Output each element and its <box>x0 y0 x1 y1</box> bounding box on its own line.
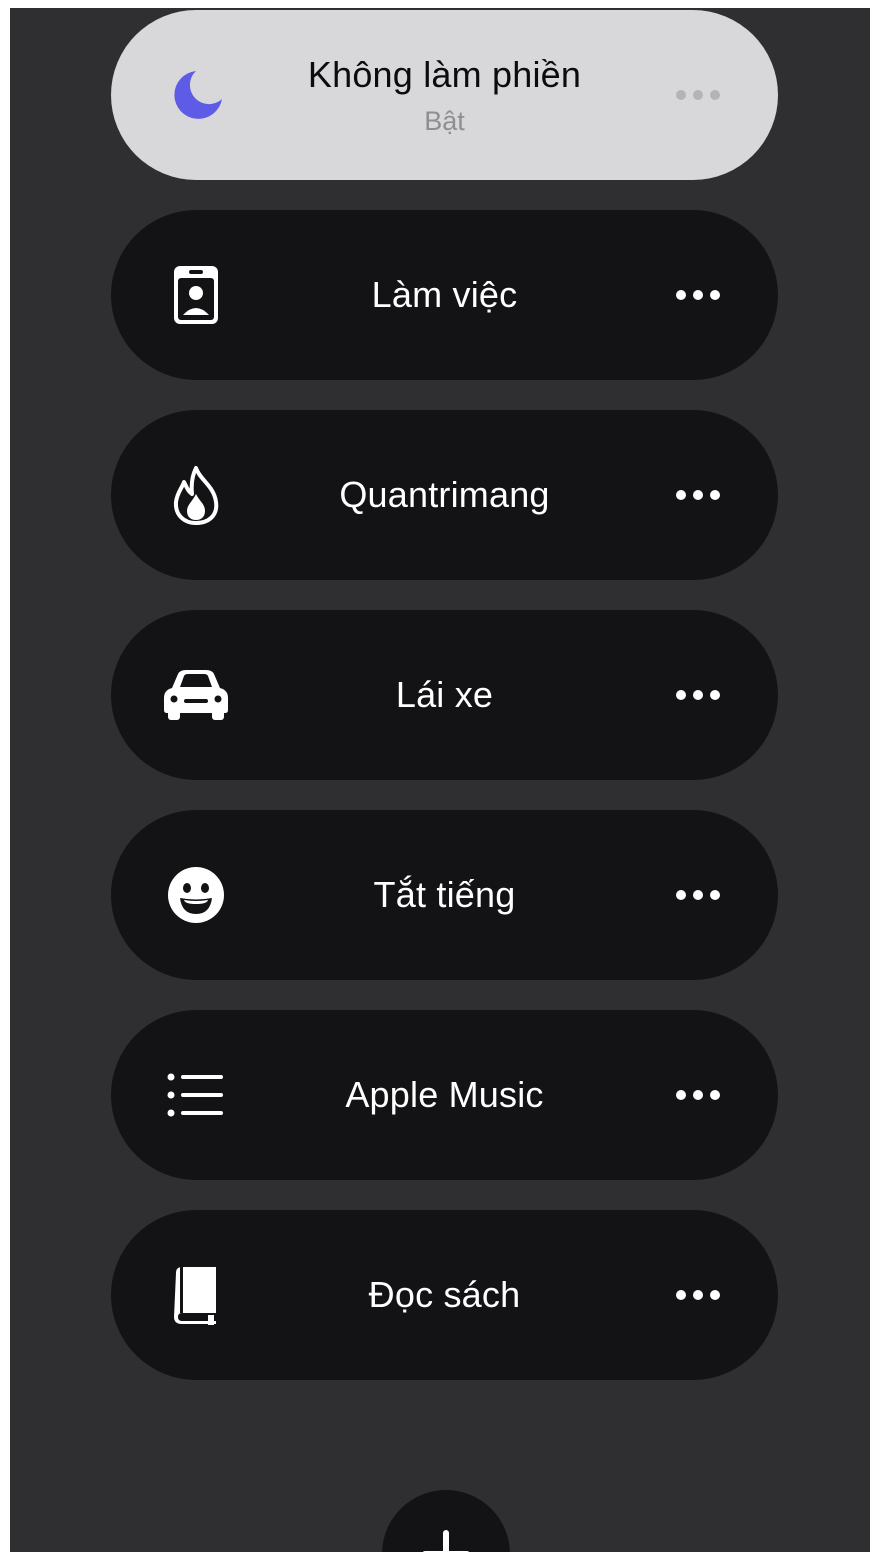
focus-mode-work[interactable]: Làm việc <box>111 210 778 380</box>
focus-mode-mute[interactable]: Tắt tiếng <box>111 810 778 980</box>
more-options-button[interactable] <box>658 670 738 720</box>
focus-mode-label: Lái xe <box>395 674 494 715</box>
ellipsis-icon <box>676 1090 686 1100</box>
focus-mode-label: Làm việc <box>371 274 518 315</box>
more-options-button[interactable] <box>658 270 738 320</box>
focus-mode-label: Apple Music <box>345 1074 544 1115</box>
flame-icon <box>161 460 231 530</box>
focus-mode-label: Quantrimang <box>339 474 550 515</box>
ellipsis-icon <box>676 90 686 100</box>
more-options-button[interactable] <box>658 1270 738 1320</box>
id-badge-icon <box>161 260 231 330</box>
ellipsis-icon <box>676 1290 686 1300</box>
focus-mode-label: Tắt tiếng <box>373 874 516 915</box>
focus-mode-reading[interactable]: Đọc sách <box>111 1210 778 1380</box>
list-icon <box>161 1060 231 1130</box>
car-icon <box>161 660 231 730</box>
more-options-button[interactable] <box>658 1070 738 1120</box>
ellipsis-icon <box>676 690 686 700</box>
more-options-button[interactable] <box>658 870 738 920</box>
focus-mode-do-not-disturb[interactable]: Không làm phiền Bật <box>111 10 778 180</box>
focus-mode-label: Không làm phiền <box>307 53 582 95</box>
focus-mode-label: Đọc sách <box>368 1274 521 1315</box>
add-focus-button[interactable] <box>382 1490 510 1552</box>
book-icon <box>161 1260 231 1330</box>
ellipsis-icon <box>676 490 686 500</box>
focus-mode-driving[interactable]: Lái xe <box>111 610 778 780</box>
ellipsis-icon <box>676 290 686 300</box>
ellipsis-icon <box>676 890 686 900</box>
focus-mode-quantrimang[interactable]: Quantrimang <box>111 410 778 580</box>
more-options-button[interactable] <box>658 470 738 520</box>
moon-icon <box>161 60 231 130</box>
focus-screen: Không làm phiền Bật Làm việc Quantrimang… <box>10 8 870 1552</box>
smiley-icon <box>161 860 231 930</box>
focus-mode-apple-music[interactable]: Apple Music <box>111 1010 778 1180</box>
plus-icon <box>443 1530 449 1552</box>
more-options-button[interactable] <box>658 70 738 120</box>
focus-mode-status: Bật <box>424 105 465 136</box>
